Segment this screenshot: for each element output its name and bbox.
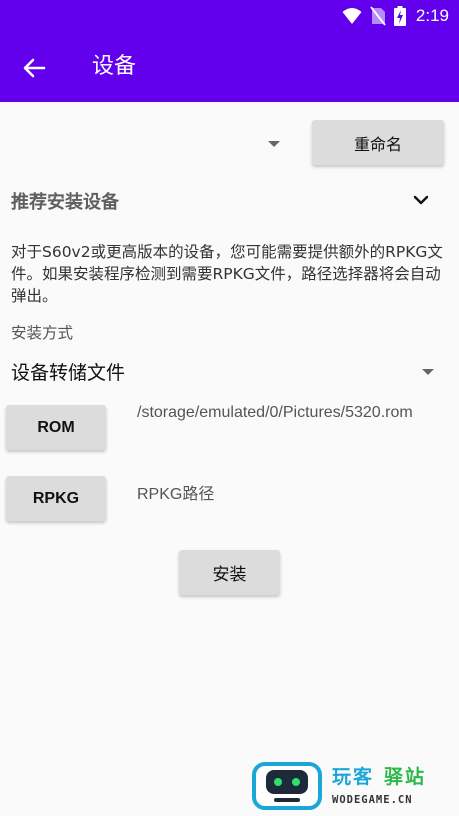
rom-path: /storage/emulated/0/Pictures/5320.rom [137, 404, 413, 421]
robot-logo-icon [252, 762, 322, 810]
watermark-logo: 玩客 驿站 WODEGAME.CN [252, 758, 452, 814]
section-title-recommended: 推荐安装设备 [11, 192, 119, 213]
install-method-spinner[interactable]: 设备转储文件 [0, 350, 459, 392]
watermark-cn-part2: 驿站 [384, 766, 427, 788]
watermark-text-en: WODEGAME.CN [332, 794, 413, 806]
watermark-text-cn: 玩客 驿站 [332, 762, 426, 789]
recommended-description: 对于S60v2或更高版本的设备，您可能需要提供额外的RPKG文件。如果安装程序检… [11, 243, 443, 305]
status-time: 2:19 [415, 6, 449, 25]
page-title: 设备 [92, 54, 137, 79]
chevron-down-icon[interactable] [411, 190, 431, 210]
rom-button[interactable]: ROM [6, 405, 106, 450]
rpkg-button[interactable]: RPKG [6, 476, 106, 521]
wifi-icon [342, 8, 362, 24]
install-method-value: 设备转储文件 [11, 362, 126, 384]
rpkg-path: RPKG路径 [137, 486, 215, 503]
app-bar: 设备 [0, 32, 459, 102]
dropdown-arrow-icon [422, 369, 434, 375]
watermark-cn-part1: 玩客 [332, 766, 375, 788]
dropdown-arrow-icon [268, 141, 280, 147]
no-sim-icon [370, 6, 386, 26]
install-button[interactable]: 安装 [179, 550, 280, 595]
status-icons: 2:19 [342, 5, 449, 27]
status-bar: 2:19 [0, 0, 459, 32]
device-spinner[interactable] [0, 122, 300, 166]
arrow-back-icon[interactable] [18, 52, 50, 84]
rename-button[interactable]: 重命名 [312, 120, 444, 165]
install-method-label: 安装方式 [11, 324, 74, 342]
battery-charging-icon [393, 6, 406, 26]
